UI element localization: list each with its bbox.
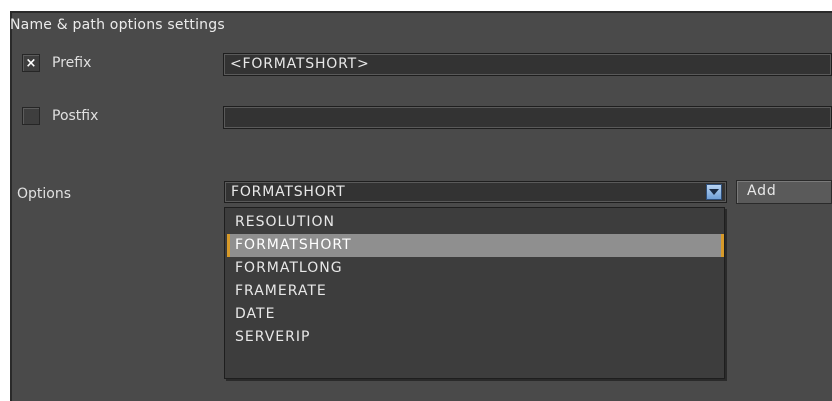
list-item-formatlong[interactable]: FORMATLONG: [227, 257, 724, 280]
section-title: Name & path options settings: [10, 17, 225, 33]
check-x-icon: ×: [25, 55, 37, 71]
options-dropdown-list: RESOLUTION FORMATSHORT FORMATLONG FRAMER…: [224, 207, 725, 379]
list-item-framerate[interactable]: FRAMERATE: [227, 280, 724, 303]
options-select[interactable]: FORMATSHORT: [224, 181, 727, 203]
postfix-checkbox[interactable]: [22, 107, 40, 125]
prefix-input[interactable]: <FORMATSHORT>: [223, 53, 832, 76]
list-item-formatshort[interactable]: FORMATSHORT: [227, 234, 724, 257]
chevron-down-icon[interactable]: [706, 184, 722, 200]
add-button[interactable]: Add: [736, 180, 832, 204]
list-item-date[interactable]: DATE: [227, 303, 724, 326]
prefix-label: Prefix: [52, 55, 92, 71]
options-selected-value: FORMATSHORT: [231, 184, 346, 200]
postfix-label: Postfix: [52, 108, 99, 124]
postfix-input[interactable]: [223, 106, 832, 129]
options-label: Options: [17, 186, 72, 202]
list-item-resolution[interactable]: RESOLUTION: [227, 211, 724, 234]
list-item-serverip[interactable]: SERVERIP: [227, 326, 724, 349]
prefix-checkbox[interactable]: ×: [22, 54, 40, 72]
